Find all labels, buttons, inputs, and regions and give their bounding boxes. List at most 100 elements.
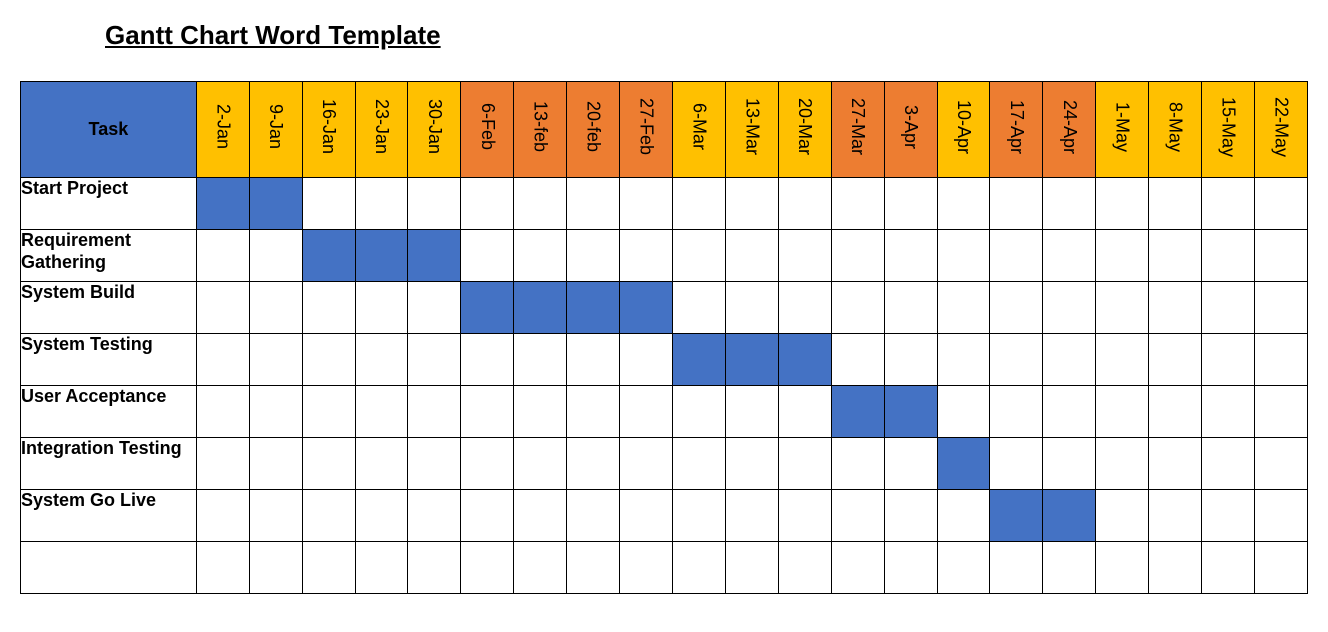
gantt-empty-cell bbox=[937, 282, 990, 334]
gantt-bar-cell bbox=[196, 178, 249, 230]
gantt-empty-cell bbox=[672, 490, 725, 542]
gantt-empty-cell bbox=[620, 178, 673, 230]
gantt-empty-cell bbox=[672, 178, 725, 230]
date-header-label: 16-Jan bbox=[318, 93, 339, 160]
gantt-empty-cell bbox=[249, 230, 302, 282]
gantt-empty-cell bbox=[620, 490, 673, 542]
gantt-empty-cell bbox=[1096, 334, 1149, 386]
gantt-empty-cell bbox=[302, 386, 355, 438]
gantt-empty-cell bbox=[831, 542, 884, 594]
gantt-bar-cell bbox=[937, 438, 990, 490]
gantt-empty-cell bbox=[514, 230, 567, 282]
gantt-empty-cell bbox=[1149, 334, 1202, 386]
date-header: 13-feb bbox=[514, 82, 567, 178]
table-row: Start Project bbox=[21, 178, 1308, 230]
gantt-bar-cell bbox=[620, 282, 673, 334]
gantt-empty-cell bbox=[1254, 334, 1307, 386]
gantt-body: Start ProjectRequirement GatheringSystem… bbox=[21, 178, 1308, 594]
gantt-empty-cell bbox=[514, 386, 567, 438]
date-header: 17-Apr bbox=[990, 82, 1043, 178]
gantt-empty-cell bbox=[672, 438, 725, 490]
gantt-empty-cell bbox=[884, 230, 937, 282]
gantt-header-row: Task 2-Jan9-Jan16-Jan23-Jan30-Jan6-Feb13… bbox=[21, 82, 1308, 178]
gantt-empty-cell bbox=[1149, 230, 1202, 282]
gantt-empty-cell bbox=[408, 178, 461, 230]
gantt-empty-cell bbox=[249, 438, 302, 490]
gantt-empty-cell bbox=[937, 178, 990, 230]
gantt-empty-cell bbox=[408, 334, 461, 386]
gantt-empty-cell bbox=[355, 542, 408, 594]
gantt-empty-cell bbox=[249, 334, 302, 386]
gantt-empty-cell bbox=[1043, 334, 1096, 386]
gantt-empty-cell bbox=[196, 334, 249, 386]
gantt-empty-cell bbox=[725, 490, 778, 542]
gantt-empty-cell bbox=[620, 438, 673, 490]
gantt-empty-cell bbox=[778, 438, 831, 490]
gantt-empty-cell bbox=[990, 282, 1043, 334]
gantt-empty-cell bbox=[884, 334, 937, 386]
gantt-empty-cell bbox=[884, 178, 937, 230]
date-header-label: 27-Mar bbox=[847, 92, 868, 161]
gantt-empty-cell bbox=[514, 490, 567, 542]
task-name-cell: Requirement Gathering bbox=[21, 230, 197, 282]
date-header: 10-Apr bbox=[937, 82, 990, 178]
date-header-label: 13-Mar bbox=[741, 92, 762, 161]
gantt-empty-cell bbox=[461, 386, 514, 438]
gantt-bar-cell bbox=[514, 282, 567, 334]
gantt-empty-cell bbox=[1096, 282, 1149, 334]
task-name-cell bbox=[21, 542, 197, 594]
gantt-empty-cell bbox=[831, 438, 884, 490]
gantt-empty-cell bbox=[355, 386, 408, 438]
table-row bbox=[21, 542, 1308, 594]
gantt-empty-cell bbox=[884, 438, 937, 490]
date-header-label: 30-Jan bbox=[424, 93, 445, 160]
gantt-empty-cell bbox=[1096, 178, 1149, 230]
gantt-empty-cell bbox=[725, 282, 778, 334]
gantt-empty-cell bbox=[1043, 282, 1096, 334]
task-name-cell: Integration Testing bbox=[21, 438, 197, 490]
gantt-empty-cell bbox=[1254, 282, 1307, 334]
gantt-empty-cell bbox=[249, 542, 302, 594]
gantt-empty-cell bbox=[1202, 386, 1255, 438]
gantt-empty-cell bbox=[778, 282, 831, 334]
date-header-label: 2-Jan bbox=[212, 98, 233, 155]
date-header: 16-Jan bbox=[302, 82, 355, 178]
gantt-empty-cell bbox=[1096, 490, 1149, 542]
gantt-bar-cell bbox=[1043, 490, 1096, 542]
gantt-empty-cell bbox=[1202, 334, 1255, 386]
gantt-empty-cell bbox=[672, 386, 725, 438]
date-header-label: 6-Mar bbox=[688, 97, 709, 156]
gantt-table: Task 2-Jan9-Jan16-Jan23-Jan30-Jan6-Feb13… bbox=[20, 81, 1308, 594]
gantt-empty-cell bbox=[884, 490, 937, 542]
gantt-empty-cell bbox=[831, 178, 884, 230]
gantt-bar-cell bbox=[990, 490, 1043, 542]
gantt-empty-cell bbox=[672, 542, 725, 594]
gantt-empty-cell bbox=[725, 230, 778, 282]
gantt-empty-cell bbox=[1096, 230, 1149, 282]
date-header-label: 17-Apr bbox=[1006, 94, 1027, 160]
gantt-empty-cell bbox=[196, 386, 249, 438]
date-header: 3-Apr bbox=[884, 82, 937, 178]
date-header: 9-Jan bbox=[249, 82, 302, 178]
gantt-empty-cell bbox=[620, 230, 673, 282]
gantt-empty-cell bbox=[302, 334, 355, 386]
gantt-empty-cell bbox=[1043, 178, 1096, 230]
gantt-bar-cell bbox=[355, 230, 408, 282]
gantt-empty-cell bbox=[620, 386, 673, 438]
page-title: Gantt Chart Word Template bbox=[105, 20, 1308, 51]
gantt-empty-cell bbox=[355, 490, 408, 542]
gantt-empty-cell bbox=[990, 230, 1043, 282]
task-name-cell: System Build bbox=[21, 282, 197, 334]
gantt-empty-cell bbox=[1096, 542, 1149, 594]
gantt-empty-cell bbox=[937, 490, 990, 542]
gantt-empty-cell bbox=[937, 386, 990, 438]
gantt-bar-cell bbox=[408, 230, 461, 282]
table-row: User Acceptance bbox=[21, 386, 1308, 438]
date-header-label: 8-May bbox=[1165, 96, 1186, 158]
date-header-label: 9-Jan bbox=[265, 98, 286, 155]
gantt-empty-cell bbox=[778, 178, 831, 230]
gantt-empty-cell bbox=[461, 334, 514, 386]
gantt-empty-cell bbox=[514, 542, 567, 594]
gantt-empty-cell bbox=[461, 438, 514, 490]
gantt-empty-cell bbox=[567, 230, 620, 282]
